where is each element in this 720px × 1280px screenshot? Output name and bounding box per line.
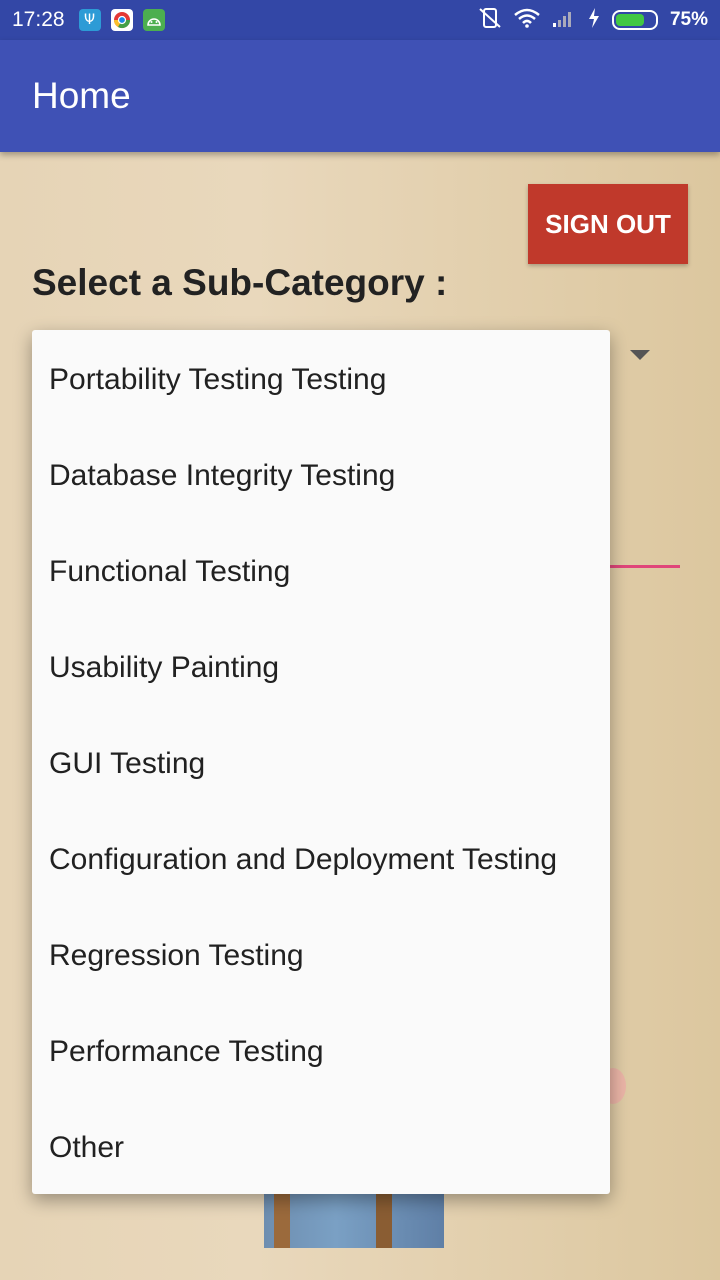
dropdown-item[interactable]: GUI Testing [32,716,610,812]
spinner-dropdown-arrow-icon[interactable] [630,350,650,360]
sign-out-button[interactable]: SIGN OUT [528,184,688,264]
dropdown-item[interactable]: Usability Painting [32,620,610,716]
dropdown-item[interactable]: Performance Testing [32,1004,610,1100]
app-bar: Home [0,40,720,152]
android-app-icon [142,9,165,31]
status-bar: 17:28 Ψ 75% [0,0,720,40]
status-time: 17:28 [12,8,65,31]
battery-percent: 75% [669,9,708,30]
dropdown-item[interactable]: Portability Testing Testing [32,332,610,428]
page-heading: Select a Sub-Category : [32,262,448,303]
app-bar-title: Home [32,75,131,116]
wifi-icon [514,8,540,33]
sub-category-dropdown-menu: Portability Testing Testing Database Int… [32,330,610,1194]
input-underline [600,565,680,568]
dropdown-item[interactable]: Functional Testing [32,524,610,620]
dropdown-item[interactable]: Database Integrity Testing [32,428,610,524]
dropdown-item[interactable]: Regression Testing [32,908,610,1004]
background-illustration [264,1190,444,1248]
dropdown-item[interactable]: Configuration and Deployment Testing [32,812,610,908]
dropdown-item[interactable]: Other [32,1100,610,1196]
usb-icon: Ψ [78,9,101,31]
signal-icon [552,8,576,33]
charging-icon [588,7,600,33]
vibrate-off-icon [478,7,502,34]
battery-icon [611,10,658,30]
chrome-app-icon [110,9,133,31]
